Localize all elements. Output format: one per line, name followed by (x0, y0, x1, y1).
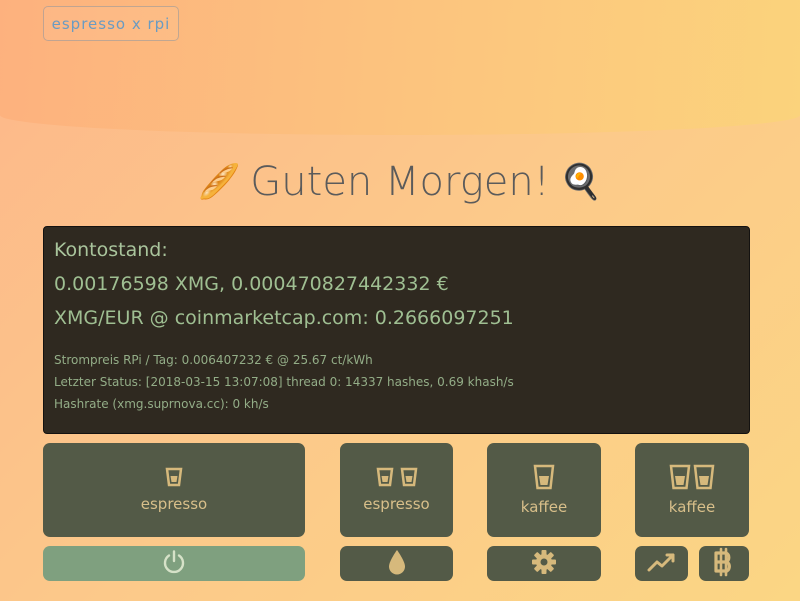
small-cup-icon (165, 467, 183, 487)
large-cup-icon (669, 464, 691, 490)
espresso-single-label: espresso (140, 495, 208, 513)
kaffee-double-button[interactable]: kaffee (635, 443, 749, 537)
large-cup-icon (693, 464, 715, 490)
large-cup-icon (533, 464, 555, 490)
exchange-rate: XMG/EUR @ coinmarketcap.com: 0.266609725… (54, 307, 514, 329)
chart-button[interactable] (635, 546, 688, 581)
water-drop-icon (387, 548, 407, 580)
power-button[interactable] (43, 546, 305, 581)
bitcoin-icon (712, 547, 736, 581)
settings-button[interactable] (487, 546, 601, 581)
account-panel: Kontostand: 0.00176598 XMG, 0.0004708274… (43, 226, 750, 434)
bitcoin-button[interactable] (699, 546, 749, 581)
gear-icon (530, 548, 558, 580)
account-balance: 0.00176598 XMG, 0.000470827442332 € (54, 273, 449, 295)
small-cup-icon (376, 467, 394, 487)
last-status: Letzter Status: [2018-03-15 13:07:08] th… (54, 375, 514, 389)
espresso-double-button[interactable]: espresso (340, 443, 453, 537)
power-icon (161, 549, 187, 579)
bread-icon: 🥖 (197, 162, 241, 202)
espresso-double-label: espresso (363, 495, 430, 513)
small-cup-icon (400, 467, 418, 487)
frying-pan-egg-icon: 🍳 (559, 162, 603, 202)
brand-button[interactable]: espresso x rpi (43, 6, 179, 41)
kaffee-single-label: kaffee (520, 498, 568, 516)
hashrate: Hashrate (xmg.suprnova.cc): 0 kh/s (54, 397, 269, 411)
espresso-single-button[interactable]: espresso (43, 443, 305, 537)
power-price: Strompreis RPi / Tag: 0.006407232 € @ 25… (54, 353, 373, 367)
kaffee-single-button[interactable]: kaffee (487, 443, 601, 537)
greeting-heading: 🥖 Guten Morgen! 🍳 (0, 152, 800, 212)
greeting-text: Guten Morgen! (250, 159, 550, 205)
chart-line-icon (647, 551, 677, 577)
account-title: Kontostand: (54, 239, 168, 261)
water-button[interactable] (340, 546, 453, 581)
kaffee-double-label: kaffee (668, 498, 716, 516)
